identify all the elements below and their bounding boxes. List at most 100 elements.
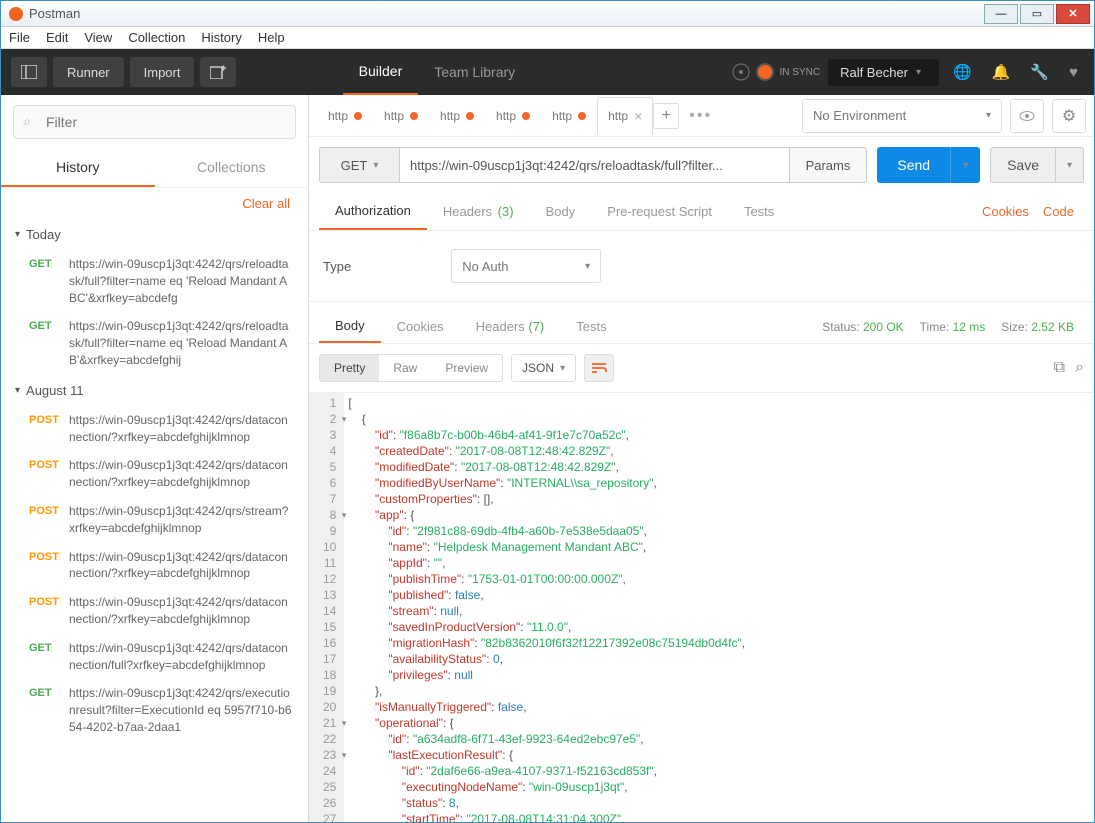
resp-tab-cookies[interactable]: Cookies [381, 311, 460, 342]
request-tabs-row: httphttphttphttphttphttp× + ••• No Envir… [309, 95, 1094, 137]
history-item[interactable]: POSThttps://win-09uscp1j3qt:4242/qrs/dat… [1, 406, 308, 452]
runner-button[interactable]: Runner [53, 57, 124, 87]
import-button[interactable]: Import [130, 57, 195, 87]
close-button[interactable]: ✕ [1056, 4, 1090, 24]
history-date-group[interactable]: ▾ August 11 [1, 375, 308, 406]
heart-icon[interactable]: ♥ [1063, 64, 1084, 81]
history-url: https://win-09uscp1j3qt:4242/qrs/datacon… [69, 412, 294, 446]
globe-icon[interactable]: 🌐 [947, 63, 978, 81]
history-url: https://win-09uscp1j3qt:4242/qrs/datacon… [69, 457, 294, 491]
request-tab[interactable]: http [317, 97, 373, 135]
history-item[interactable]: POSThttps://win-09uscp1j3qt:4242/qrs/dat… [1, 451, 308, 497]
clear-all-link[interactable]: Clear all [1, 188, 308, 219]
subtab-tests[interactable]: Tests [728, 194, 790, 229]
search-response-icon[interactable]: ⌕ [1075, 359, 1084, 377]
history-item[interactable]: POSThttps://win-09uscp1j3qt:4242/qrs/dat… [1, 543, 308, 589]
url-input[interactable]: https://win-09uscp1j3qt:4242/qrs/reloadt… [399, 147, 789, 183]
view-pretty-button[interactable]: Pretty [320, 355, 379, 381]
environment-select[interactable]: No Environment ▾ [802, 99, 1002, 133]
settings-button[interactable]: ⚙ [1052, 99, 1086, 133]
send-dropdown-button[interactable]: ▾ [950, 147, 980, 183]
unsaved-dot-icon [354, 112, 362, 120]
menu-file[interactable]: File [9, 30, 30, 45]
history-url: https://win-09uscp1j3qt:4242/qrs/reloadt… [69, 256, 294, 306]
chevron-down-icon: ▾ [373, 160, 378, 171]
view-raw-button[interactable]: Raw [379, 355, 431, 381]
new-window-icon [210, 65, 226, 79]
environment-preview-button[interactable] [1010, 99, 1044, 133]
subtab-prerequest[interactable]: Pre-request Script [591, 194, 728, 229]
auth-type-select[interactable]: No Auth ▾ [451, 249, 601, 283]
params-button[interactable]: Params [789, 147, 868, 183]
user-menu-button[interactable]: Ralf Becher ▾ [828, 59, 939, 86]
auth-type-label: Type [323, 259, 351, 274]
history-item[interactable]: GEThttps://win-09uscp1j3qt:4242/qrs/exec… [1, 679, 308, 741]
menu-edit[interactable]: Edit [46, 30, 68, 45]
history-item[interactable]: GEThttps://win-09uscp1j3qt:4242/qrs/relo… [1, 312, 308, 374]
line-wrap-button[interactable] [584, 354, 614, 382]
history-method: POST [29, 412, 69, 446]
tab-team-library[interactable]: Team Library [418, 49, 531, 95]
history-item[interactable]: GEThttps://win-09uscp1j3qt:4242/qrs/relo… [1, 250, 308, 312]
unsaved-dot-icon [410, 112, 418, 120]
unsaved-dot-icon [466, 112, 474, 120]
minimize-button[interactable]: — [984, 4, 1018, 24]
save-button[interactable]: Save [990, 147, 1056, 183]
view-preview-button[interactable]: Preview [431, 355, 502, 381]
bell-icon[interactable]: 🔔 [986, 63, 1017, 81]
subtab-authorization[interactable]: Authorization [319, 193, 427, 230]
auth-type-value: No Auth [462, 259, 508, 274]
resp-tab-body[interactable]: Body [319, 310, 381, 343]
resp-tab-headers[interactable]: Headers (7) [460, 311, 561, 342]
add-tab-button[interactable]: + [653, 103, 679, 129]
filter-input[interactable] [13, 105, 296, 139]
menu-collection[interactable]: Collection [128, 30, 185, 45]
tab-overflow-button[interactable]: ••• [679, 107, 722, 125]
history-method: GET [29, 685, 69, 735]
request-tab[interactable]: http [485, 97, 541, 135]
subtab-headers[interactable]: Headers (3) [427, 194, 530, 229]
wrap-icon [591, 362, 607, 374]
tab-builder[interactable]: Builder [343, 49, 419, 95]
view-row: Pretty Raw Preview JSON ▾ ⧉ ⌕ [309, 344, 1094, 392]
maximize-button[interactable]: ▭ [1020, 4, 1054, 24]
main-toolbar: Runner Import Builder Team Library IN SY… [1, 49, 1094, 95]
tab-history[interactable]: History [1, 149, 155, 187]
request-tab[interactable]: http× [597, 97, 653, 135]
menu-history[interactable]: History [201, 30, 241, 45]
send-button[interactable]: Send [877, 147, 950, 183]
search-icon: ⌕ [23, 113, 31, 130]
menu-view[interactable]: View [84, 30, 112, 45]
request-tab[interactable]: http [429, 97, 485, 135]
history-list[interactable]: ▾ TodayGEThttps://win-09uscp1j3qt:4242/q… [1, 219, 308, 822]
tab-collections[interactable]: Collections [155, 149, 309, 187]
copy-icon[interactable]: ⧉ [1054, 359, 1065, 377]
chevron-down-icon: ▾ [585, 261, 590, 272]
code-link[interactable]: Code [1043, 204, 1074, 219]
history-item[interactable]: GEThttps://win-09uscp1j3qt:4242/qrs/data… [1, 634, 308, 680]
method-select[interactable]: GET ▾ [319, 147, 399, 183]
response-body[interactable]: 1234567891011121314151617181920212223242… [309, 392, 1094, 822]
request-tab[interactable]: http [373, 97, 429, 135]
app-logo-icon [9, 7, 23, 21]
subtab-body[interactable]: Body [530, 194, 592, 229]
history-url: https://win-09uscp1j3qt:4242/qrs/stream?… [69, 503, 294, 537]
cookies-link[interactable]: Cookies [982, 204, 1029, 219]
sync-icon [756, 63, 774, 81]
toggle-sidebar-button[interactable] [11, 57, 47, 87]
history-item[interactable]: POSThttps://win-09uscp1j3qt:4242/qrs/str… [1, 497, 308, 543]
close-icon[interactable]: × [634, 108, 642, 124]
history-url: https://win-09uscp1j3qt:4242/qrs/datacon… [69, 594, 294, 628]
save-dropdown-button[interactable]: ▾ [1056, 147, 1084, 183]
request-tab[interactable]: http [541, 97, 597, 135]
resp-tab-tests[interactable]: Tests [560, 311, 622, 342]
new-window-button[interactable] [200, 57, 236, 87]
history-item[interactable]: POSThttps://win-09uscp1j3qt:4242/qrs/dat… [1, 588, 308, 634]
history-date-group[interactable]: ▾ Today [1, 219, 308, 250]
auth-row: Type No Auth ▾ [309, 231, 1094, 302]
wrench-icon[interactable]: 🔧 [1024, 63, 1055, 81]
sync-status[interactable]: IN SYNC [732, 63, 821, 81]
menu-help[interactable]: Help [258, 30, 285, 45]
format-select[interactable]: JSON ▾ [511, 354, 576, 382]
history-method: POST [29, 594, 69, 628]
